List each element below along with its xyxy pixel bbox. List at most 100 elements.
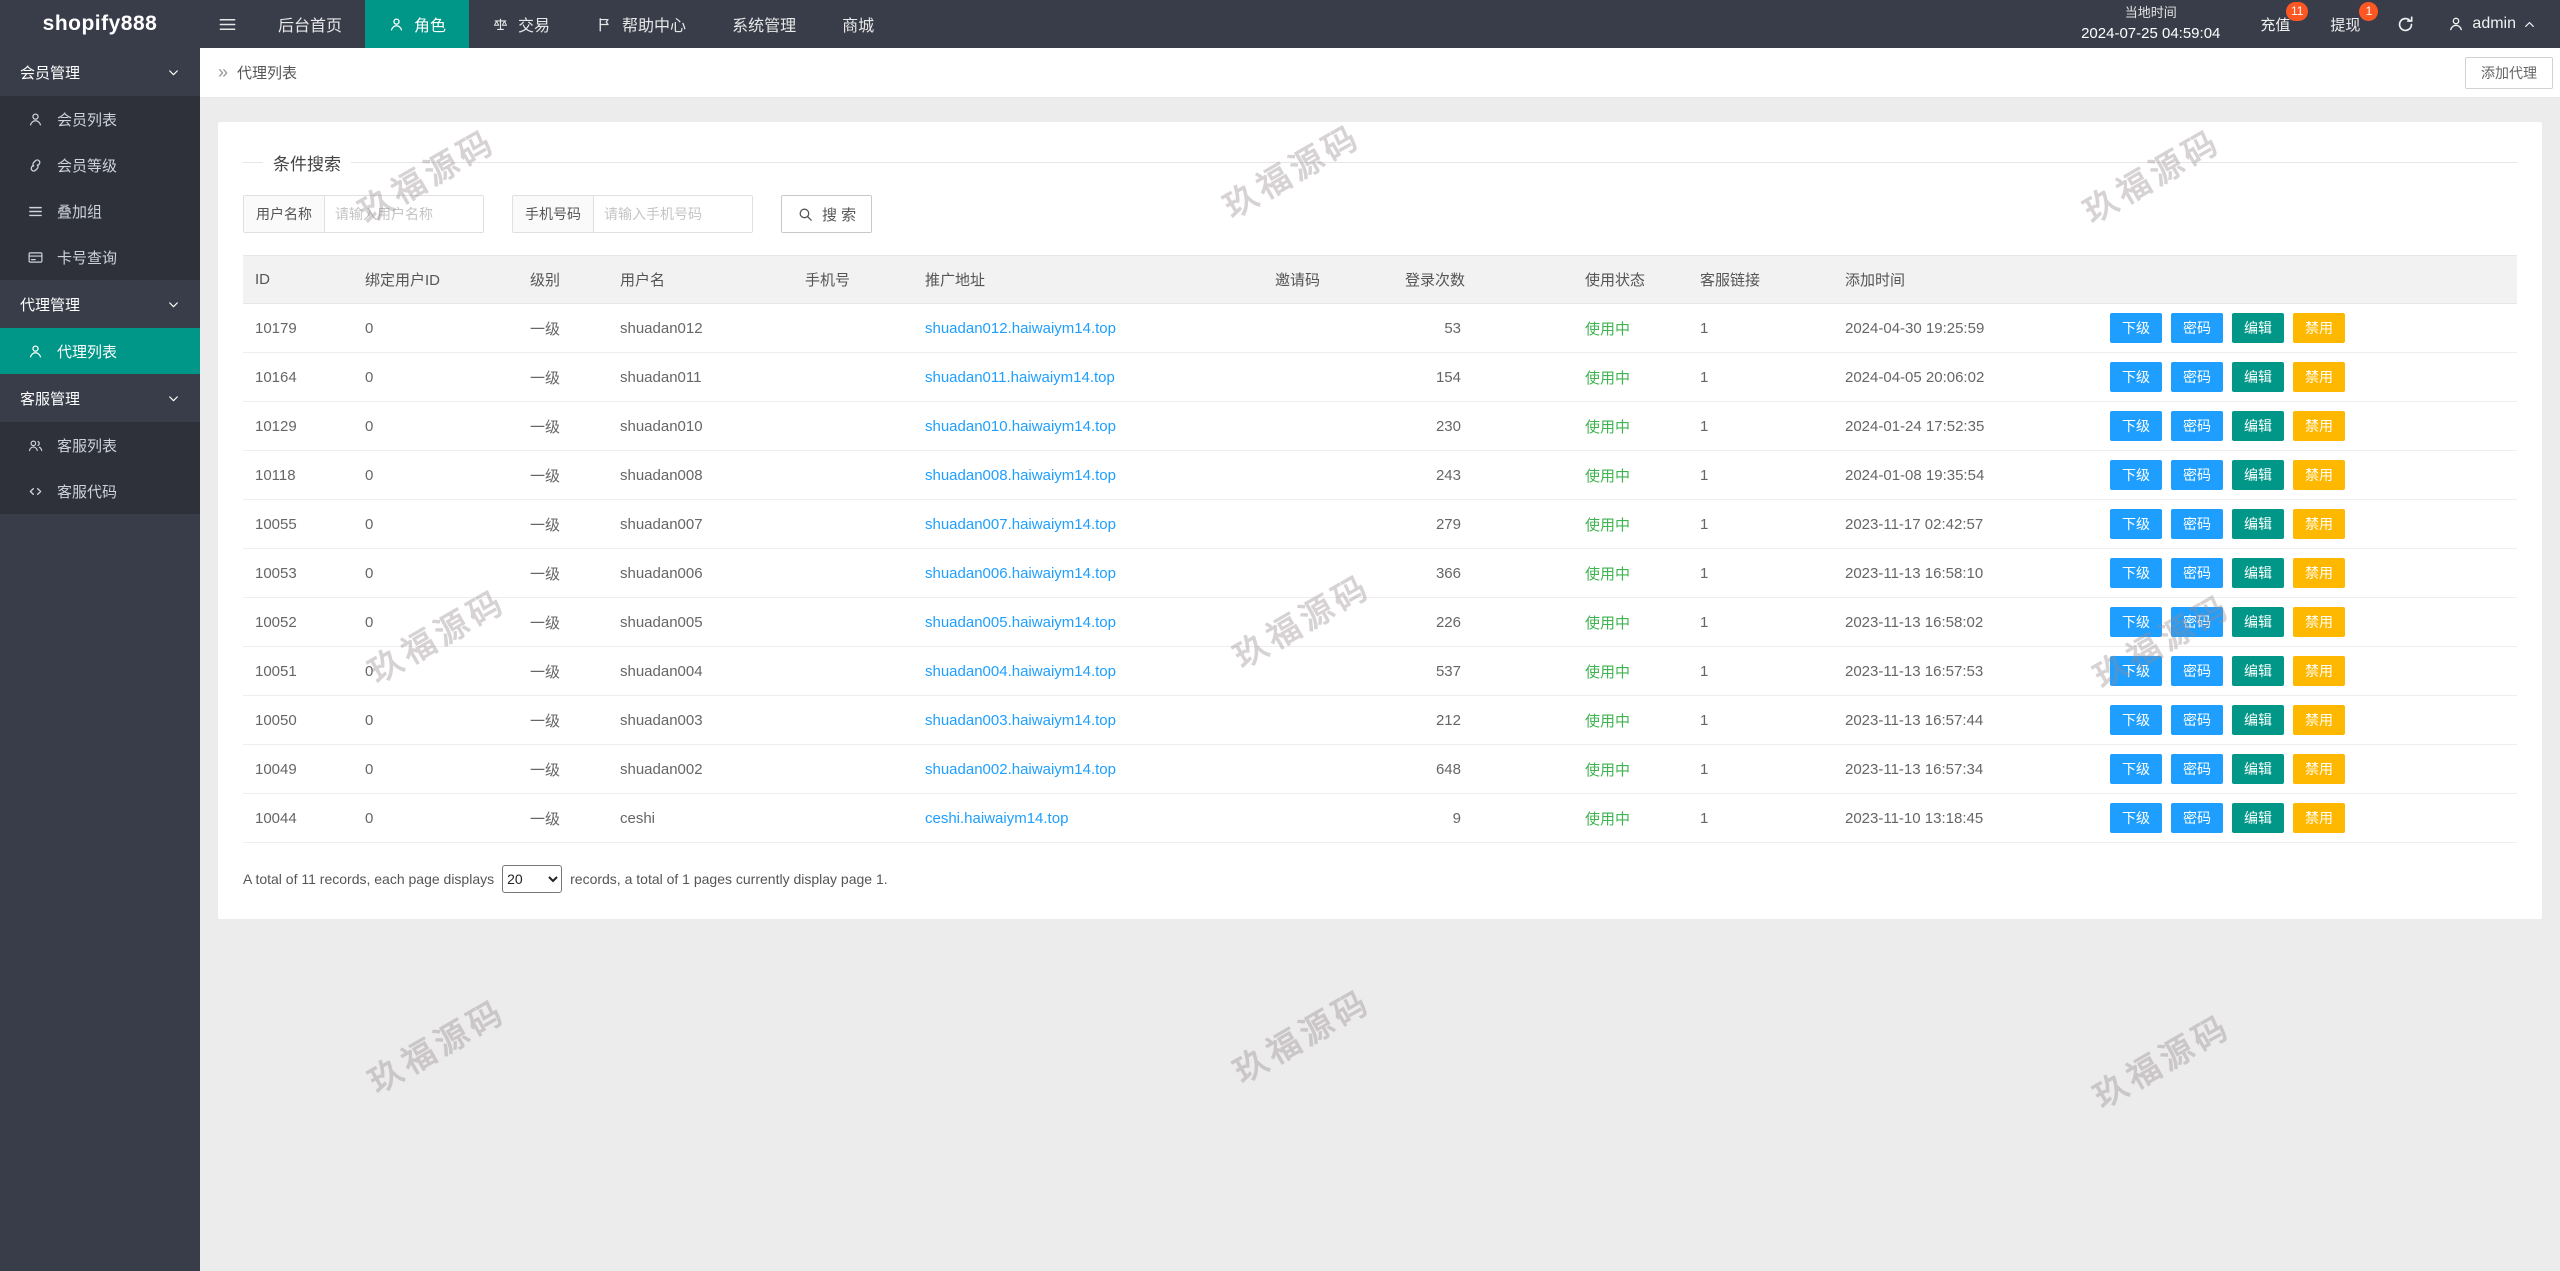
password-button[interactable]: 密码 [2171, 803, 2223, 833]
cell-bind-uid: 0 [353, 744, 518, 794]
edit-button[interactable]: 编辑 [2232, 313, 2284, 343]
sidebar-group-0[interactable]: 会员管理 [0, 48, 200, 96]
sidebar-item-2-1[interactable]: 客服代码 [0, 468, 200, 514]
sub-agents-button[interactable]: 下级 [2110, 460, 2162, 490]
recharge-link[interactable]: 充值 11 [2240, 0, 2310, 48]
promo-url-link[interactable]: shuadan006.haiwaiym14.top [925, 565, 1116, 582]
disable-button[interactable]: 禁用 [2293, 411, 2345, 441]
password-button[interactable]: 密码 [2171, 362, 2223, 392]
edit-button[interactable]: 编辑 [2232, 656, 2284, 686]
sub-agents-button[interactable]: 下级 [2110, 656, 2162, 686]
sub-agents-button[interactable]: 下级 [2110, 411, 2162, 441]
sidebar-item-0-3[interactable]: 卡号查询 [0, 234, 200, 280]
disable-button[interactable]: 禁用 [2293, 607, 2345, 637]
sidebar-toggle-button[interactable] [200, 0, 255, 48]
promo-url-link[interactable]: shuadan010.haiwaiym14.top [925, 418, 1116, 435]
cell-id: 10044 [243, 793, 353, 843]
edit-button[interactable]: 编辑 [2232, 362, 2284, 392]
edit-button[interactable]: 编辑 [2232, 803, 2284, 833]
promo-url-link[interactable]: shuadan003.haiwaiym14.top [925, 712, 1116, 729]
disable-button[interactable]: 禁用 [2293, 509, 2345, 539]
edit-button[interactable]: 编辑 [2232, 460, 2284, 490]
cell-level: 一级 [518, 695, 608, 745]
user-menu[interactable]: admin [2431, 15, 2560, 33]
promo-url-link[interactable]: shuadan007.haiwaiym14.top [925, 516, 1116, 533]
cell-invite-code [1263, 548, 1393, 598]
cell-cs-link: 1 [1688, 548, 1833, 598]
search-button[interactable]: 搜 索 [781, 195, 873, 233]
cell-username: shuadan010 [608, 401, 793, 451]
table-row: 10049 0 一级 shuadan002 shuadan002.haiwaiym14.… [243, 744, 2517, 794]
disable-button[interactable]: 禁用 [2293, 754, 2345, 784]
sub-agents-button[interactable]: 下级 [2110, 754, 2162, 784]
sub-agents-button[interactable]: 下级 [2110, 509, 2162, 539]
topnav-item-1[interactable]: 角色 [365, 0, 470, 48]
withdraw-link[interactable]: 提现 1 [2310, 0, 2380, 48]
password-button[interactable]: 密码 [2171, 607, 2223, 637]
password-button[interactable]: 密码 [2171, 656, 2223, 686]
password-button[interactable]: 密码 [2171, 313, 2223, 343]
disable-button[interactable]: 禁用 [2293, 460, 2345, 490]
topnav-item-2[interactable]: 交易 [469, 0, 573, 48]
sidebar-item-1-0[interactable]: 代理列表 [0, 328, 200, 374]
password-button[interactable]: 密码 [2171, 705, 2223, 735]
topnav-item-0[interactable]: 后台首页 [255, 0, 365, 48]
local-time: 当地时间 2024-07-25 04:59:04 [2061, 3, 2240, 45]
add-agent-button[interactable]: 添加代理 [2465, 57, 2553, 89]
edit-button[interactable]: 编辑 [2232, 607, 2284, 637]
cell-level: 一级 [518, 597, 608, 647]
sub-agents-button[interactable]: 下级 [2110, 607, 2162, 637]
sub-agents-button[interactable]: 下级 [2110, 705, 2162, 735]
disable-button[interactable]: 禁用 [2293, 705, 2345, 735]
promo-url-link[interactable]: ceshi.haiwaiym14.top [925, 810, 1068, 827]
password-button[interactable]: 密码 [2171, 754, 2223, 784]
edit-button[interactable]: 编辑 [2232, 509, 2284, 539]
promo-url-link[interactable]: shuadan002.haiwaiym14.top [925, 761, 1116, 778]
promo-url-link[interactable]: shuadan008.haiwaiym14.top [925, 467, 1116, 484]
disable-button[interactable]: 禁用 [2293, 656, 2345, 686]
topnav-item-4[interactable]: 系统管理 [709, 0, 819, 48]
sub-agents-button[interactable]: 下级 [2110, 803, 2162, 833]
disable-button[interactable]: 禁用 [2293, 313, 2345, 343]
table-row: 10050 0 一级 shuadan003 shuadan003.haiwaiym14.… [243, 695, 2517, 745]
disable-button[interactable]: 禁用 [2293, 558, 2345, 588]
refresh-button[interactable] [2380, 0, 2431, 48]
topnav-item-5[interactable]: 商城 [819, 0, 897, 48]
sidebar-item-2-0[interactable]: 客服列表 [0, 422, 200, 468]
password-button[interactable]: 密码 [2171, 460, 2223, 490]
promo-url-link[interactable]: shuadan012.haiwaiym14.top [925, 320, 1116, 337]
sidebar-item-0-2[interactable]: 叠加组 [0, 188, 200, 234]
sidebar-group-2[interactable]: 客服管理 [0, 374, 200, 422]
page-size-select[interactable]: 20 [502, 865, 563, 893]
disable-button[interactable]: 禁用 [2293, 362, 2345, 392]
sidebar-group-1[interactable]: 代理管理 [0, 280, 200, 328]
sub-agents-button[interactable]: 下级 [2110, 313, 2162, 343]
table-row: 10051 0 一级 shuadan004 shuadan004.haiwaiym14.… [243, 646, 2517, 696]
cell-username: shuadan006 [608, 548, 793, 598]
cell-url: shuadan002.haiwaiym14.top [913, 744, 1263, 794]
username-input[interactable] [325, 196, 483, 232]
topnav-item-3[interactable]: 帮助中心 [573, 0, 709, 48]
password-button[interactable]: 密码 [2171, 558, 2223, 588]
cell-bind-uid: 0 [353, 793, 518, 843]
password-button[interactable]: 密码 [2171, 509, 2223, 539]
sub-agents-button[interactable]: 下级 [2110, 362, 2162, 392]
promo-url-link[interactable]: shuadan011.haiwaiym14.top [925, 369, 1115, 386]
disable-button[interactable]: 禁用 [2293, 803, 2345, 833]
sidebar-item-0-1[interactable]: 会员等级 [0, 142, 200, 188]
cell-phone [793, 597, 913, 647]
edit-button[interactable]: 编辑 [2232, 705, 2284, 735]
phone-input[interactable] [594, 196, 752, 232]
edit-button[interactable]: 编辑 [2232, 411, 2284, 441]
edit-button[interactable]: 编辑 [2232, 558, 2284, 588]
cell-invite-code [1263, 695, 1393, 745]
cell-login-count: 243 [1393, 450, 1573, 500]
sidebar-item-0-0[interactable]: 会员列表 [0, 96, 200, 142]
password-button[interactable]: 密码 [2171, 411, 2223, 441]
sub-agents-button[interactable]: 下级 [2110, 558, 2162, 588]
promo-url-link[interactable]: shuadan004.haiwaiym14.top [925, 663, 1116, 680]
edit-button[interactable]: 编辑 [2232, 754, 2284, 784]
promo-url-link[interactable]: shuadan005.haiwaiym14.top [925, 614, 1116, 631]
username: admin [2472, 15, 2516, 32]
table-header-row: ID 绑定用户ID 级别 用户名 手机号 推广地址 邀请码 登录次数 使用状态 客服链接 添加时间 [243, 255, 2517, 304]
